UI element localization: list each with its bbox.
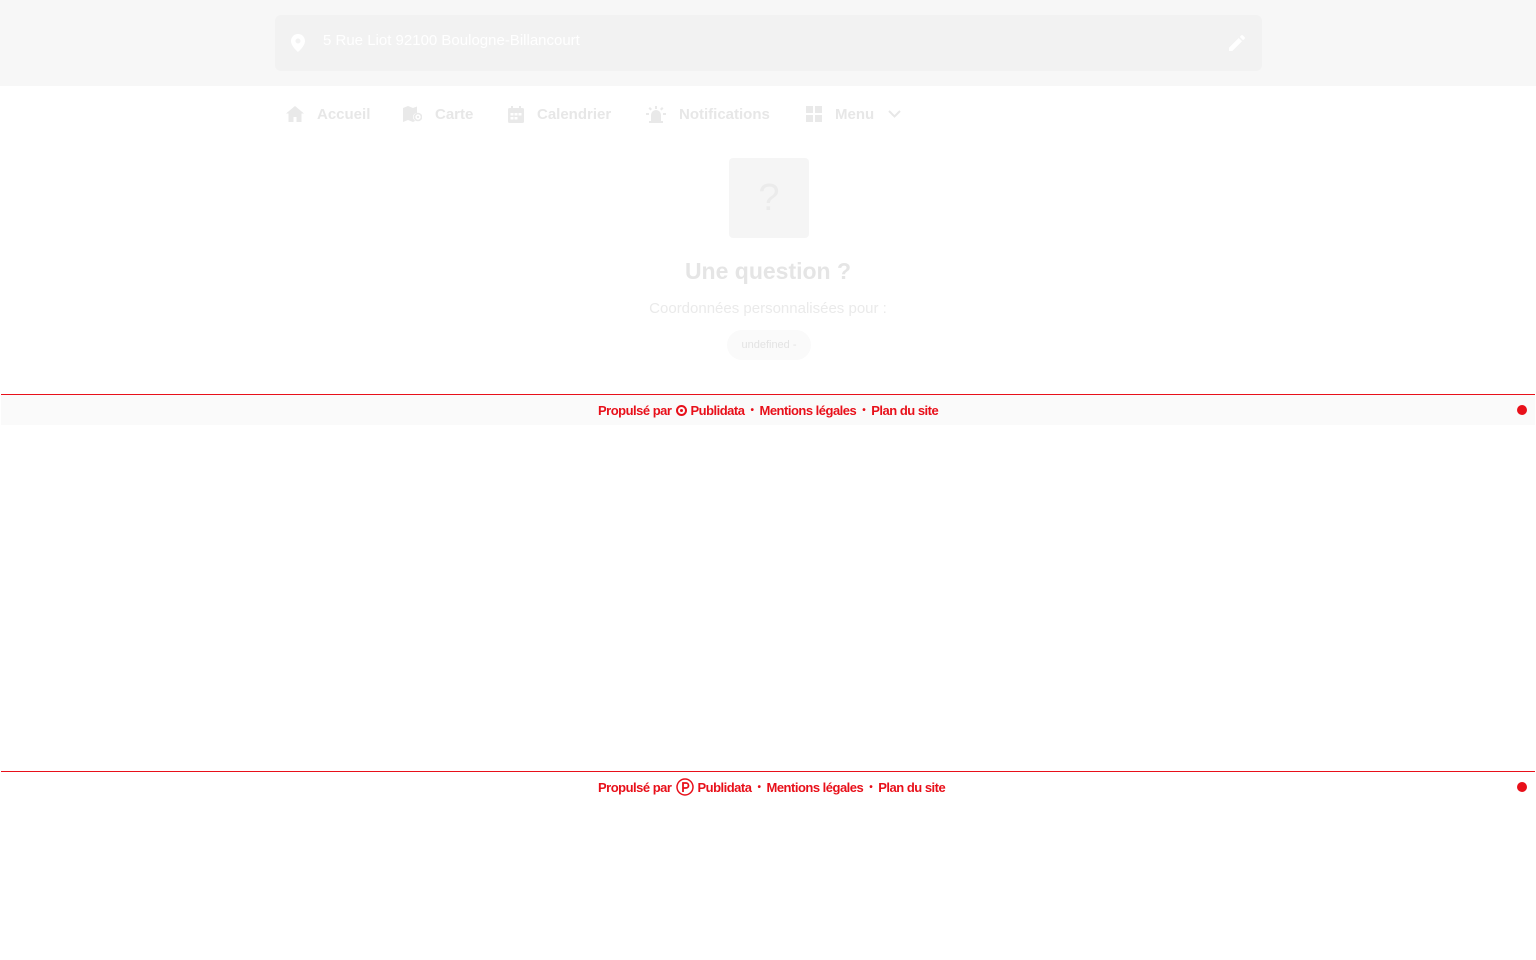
publidata-logo-icon bbox=[676, 778, 695, 796]
publidata-link[interactable]: Publidata bbox=[690, 403, 745, 418]
main-nav: Accueil Carte Calendrier Notifications M… bbox=[0, 86, 1536, 142]
address-text: 5 Rue Liot 92100 Boulogne-Billancourt bbox=[323, 32, 580, 49]
nav-label-accueil: Accueil bbox=[317, 105, 371, 123]
nav-item-carte[interactable]: Carte bbox=[403, 86, 473, 142]
separator: • bbox=[750, 404, 754, 416]
pencil-icon[interactable] bbox=[1229, 35, 1245, 51]
publidata-link[interactable]: Publidata bbox=[697, 780, 752, 795]
map-pin-icon bbox=[291, 34, 305, 52]
alarm-light-icon bbox=[646, 105, 666, 123]
grid-icon bbox=[806, 106, 822, 122]
header-band: 5 Rue Liot 92100 Boulogne-Billancourt bbox=[0, 0, 1536, 86]
mentions-legales-link[interactable]: Mentions légales bbox=[760, 403, 857, 418]
plan-du-site-link[interactable]: Plan du site bbox=[878, 780, 945, 795]
powered-by-text: Propulsé par bbox=[598, 402, 672, 418]
separator: • bbox=[869, 781, 873, 793]
calendar-icon bbox=[508, 105, 524, 123]
status-dot bbox=[1517, 782, 1527, 792]
footer-links: Propulsé par Publidata • Mentions légale… bbox=[598, 401, 939, 419]
location-chip-label: undefined - bbox=[741, 339, 797, 351]
plan-du-site-link[interactable]: Plan du site bbox=[871, 403, 938, 418]
nav-item-notifications[interactable]: Notifications bbox=[646, 86, 770, 142]
nav-item-calendrier[interactable]: Calendrier bbox=[508, 86, 611, 142]
nav-label-menu: Menu bbox=[835, 105, 875, 123]
footer-bar-duplicate: Propulsé par Publidata • Mentions légale… bbox=[1, 771, 1535, 802]
publidata-logo-icon bbox=[676, 404, 688, 416]
section-title: Une question ? bbox=[684, 258, 852, 284]
nav-label-carte: Carte bbox=[435, 105, 474, 123]
map-icon bbox=[403, 105, 422, 122]
footer-bar: Propulsé par Publidata • Mentions légale… bbox=[1, 394, 1535, 425]
nav-item-accueil[interactable]: Accueil bbox=[286, 86, 370, 142]
separator: • bbox=[862, 404, 866, 416]
section-subtitle: Coordonnées personnalisées pour : bbox=[649, 300, 887, 317]
nav-item-menu[interactable]: Menu bbox=[806, 86, 901, 142]
chevron-down-icon bbox=[888, 110, 901, 118]
contact-section: ? Une question ? Coordonnées personnalis… bbox=[0, 142, 1536, 394]
mentions-legales-link[interactable]: Mentions légales bbox=[767, 780, 864, 795]
footer-links: Propulsé par Publidata • Mentions légale… bbox=[598, 778, 946, 796]
question-glyph: ? bbox=[758, 176, 780, 219]
location-chip[interactable]: undefined - bbox=[727, 330, 811, 360]
separator: • bbox=[757, 781, 761, 793]
powered-by-text: Propulsé par bbox=[598, 779, 672, 795]
nav-label-notifications: Notifications bbox=[679, 105, 770, 123]
home-icon bbox=[286, 106, 304, 122]
address-bar[interactable]: 5 Rue Liot 92100 Boulogne-Billancourt bbox=[275, 15, 1262, 71]
question-placeholder-icon: ? bbox=[729, 158, 809, 238]
nav-label-calendrier: Calendrier bbox=[537, 105, 612, 123]
status-dot bbox=[1517, 405, 1527, 415]
